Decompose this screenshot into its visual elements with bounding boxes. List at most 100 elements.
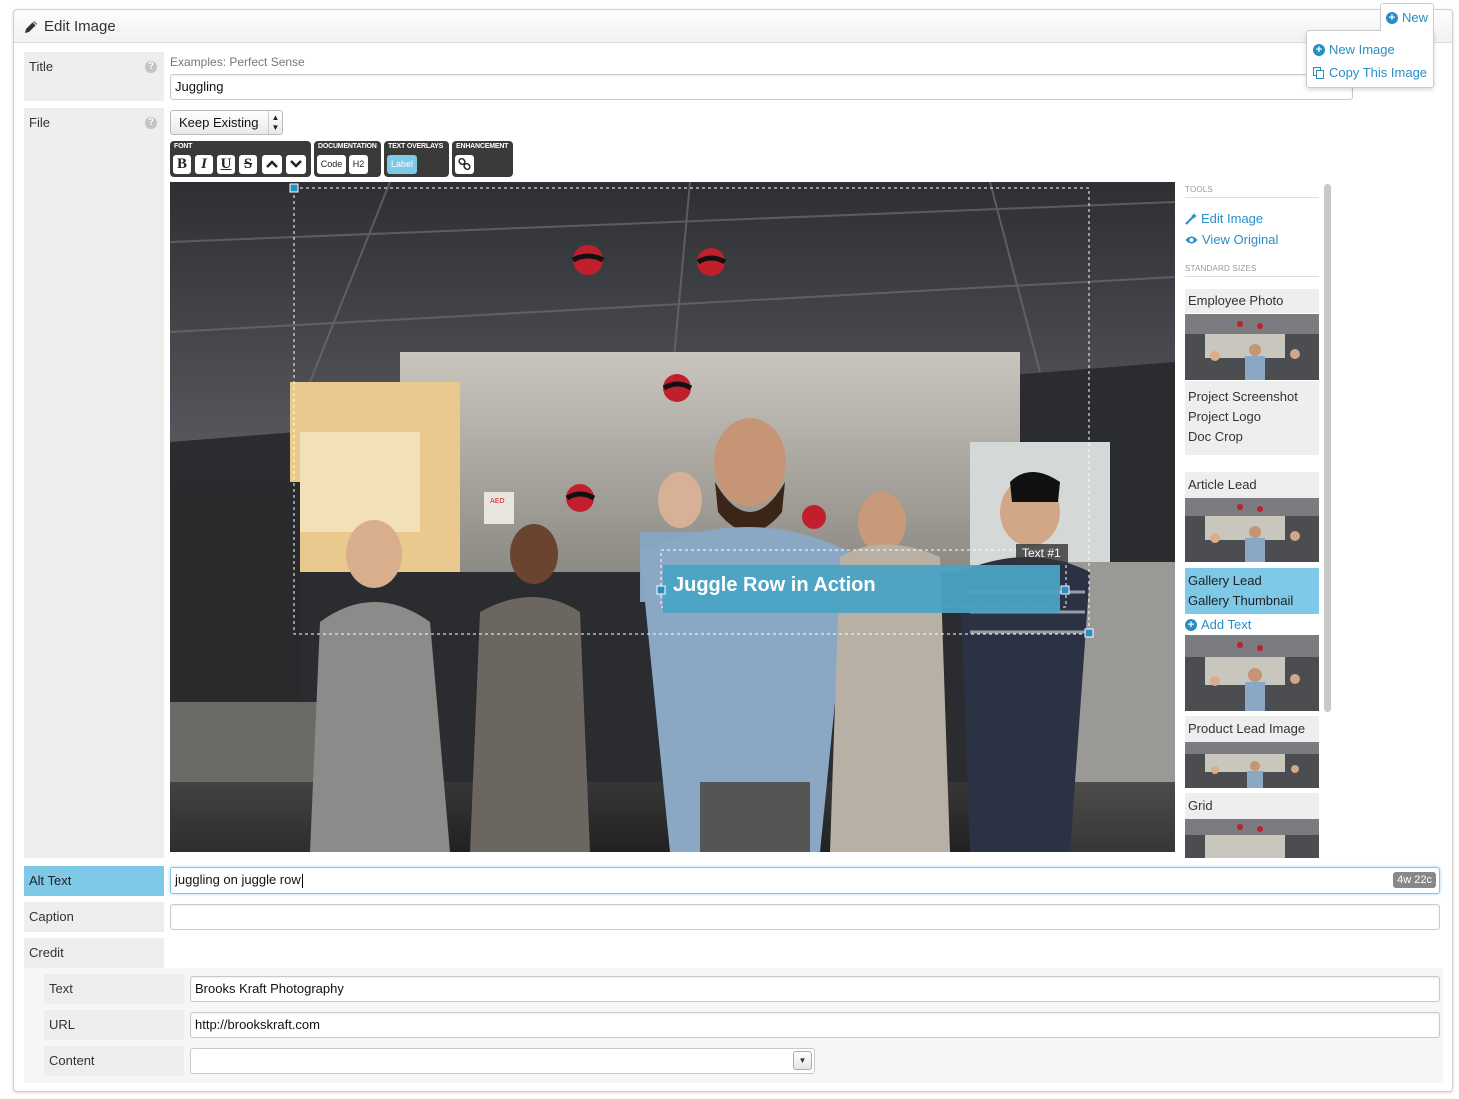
credit-label: Credit xyxy=(24,938,164,968)
size-thumbnail[interactable] xyxy=(1185,314,1319,380)
add-text-link-text: Add Text xyxy=(1201,617,1252,632)
plus-circle-icon: + xyxy=(1185,618,1197,631)
plus-circle-icon: + xyxy=(1385,11,1398,24)
file-action-value: Keep Existing xyxy=(179,115,259,130)
panel-title: Edit Image xyxy=(24,18,116,35)
enhancement-toolgroup: ENHANCEMENT xyxy=(452,141,513,177)
caption-input[interactable] xyxy=(170,904,1440,930)
bold-button[interactable]: B xyxy=(173,155,191,174)
font-toolgroup: FONT B I U S xyxy=(170,141,311,177)
italic-button[interactable]: I xyxy=(195,155,213,174)
sidebar-scrollbar[interactable] xyxy=(1324,184,1331,712)
thumbnail-image xyxy=(1185,314,1319,380)
link-icon xyxy=(458,157,471,171)
add-text-link[interactable]: + Add Text xyxy=(1185,617,1251,632)
caption-label: Caption xyxy=(24,902,164,932)
size-employee-photo[interactable]: Employee Photo xyxy=(1185,289,1319,313)
label-button[interactable]: Label xyxy=(387,155,417,174)
chevron-up-icon xyxy=(266,160,278,168)
new-image-menu-item[interactable]: + New Image xyxy=(1307,38,1433,61)
copy-icon xyxy=(1313,66,1324,79)
dropdown-arrow-icon: ▼ xyxy=(793,1051,812,1070)
superscript-button[interactable] xyxy=(262,155,282,174)
edit-image-link[interactable]: Edit Image xyxy=(1185,211,1263,226)
text-overlays-group-title: TEXT OVERLAYS xyxy=(388,143,444,150)
credit-text-input[interactable]: Brooks Kraft Photography xyxy=(190,976,1440,1002)
alt-text-label: Alt Text xyxy=(24,866,164,896)
size-project-logo[interactable]: Project Logo xyxy=(1188,407,1319,427)
file-label-text: File xyxy=(29,115,50,130)
overlay-text[interactable]: Juggle Row in Action xyxy=(673,574,876,597)
thumbnail-image xyxy=(1185,742,1319,788)
credit-content-label: Content xyxy=(44,1046,184,1076)
size-grid[interactable]: Grid xyxy=(1185,793,1319,819)
title-hint: Examples: Perfect Sense xyxy=(170,55,305,69)
thumbnail-image xyxy=(1185,819,1319,858)
alt-text-input[interactable]: juggling on juggle row 4w 22c xyxy=(170,867,1440,894)
documentation-group-title: DOCUMENTATION xyxy=(318,143,377,150)
size-doc-crop[interactable]: Doc Crop xyxy=(1188,427,1319,447)
thumbnail-image xyxy=(1185,635,1319,711)
juggling-photo: AED xyxy=(170,182,1175,852)
view-original-link-text: View Original xyxy=(1202,232,1279,247)
image-sidebar: TOOLS Edit Image View Original STANDARD … xyxy=(1181,182,1321,858)
underline-button[interactable]: U xyxy=(217,155,235,174)
credit-content-select[interactable]: ▼ xyxy=(190,1048,815,1074)
help-icon[interactable]: ? xyxy=(145,117,157,129)
link-button[interactable] xyxy=(455,155,474,174)
h2-button[interactable]: H2 xyxy=(349,155,368,174)
enhancement-group-title: ENHANCEMENT xyxy=(456,143,509,150)
panel-header: Edit Image xyxy=(14,10,1452,43)
help-icon[interactable]: ? xyxy=(145,61,157,73)
new-menu: + New Image Copy This Image xyxy=(1306,30,1434,88)
standard-sizes-header: STANDARD SIZES xyxy=(1185,264,1319,277)
size-gallery-lead: Gallery Lead xyxy=(1188,573,1262,588)
file-action-select[interactable]: Keep Existing ▲ ▼ xyxy=(170,110,283,135)
eye-icon xyxy=(1185,236,1198,243)
wand-icon xyxy=(1185,212,1197,225)
text-overlays-toolgroup: TEXT OVERLAYS Label xyxy=(384,141,449,177)
tools-header: TOOLS xyxy=(1185,185,1319,198)
panel-title-text: Edit Image xyxy=(44,18,116,35)
size-thumbnail[interactable] xyxy=(1185,742,1319,788)
image-preview[interactable]: AED Text #1 Juggle Row in Action xyxy=(170,182,1175,852)
credit-text-label: Text xyxy=(44,974,184,1004)
credit-url-label: URL xyxy=(44,1010,184,1040)
documentation-toolgroup: DOCUMENTATION Code H2 xyxy=(314,141,381,177)
new-button-label: New xyxy=(1401,10,1428,25)
copy-image-label: Copy This Image xyxy=(1329,65,1428,80)
new-image-label: New Image xyxy=(1329,42,1395,57)
file-label: File ? xyxy=(24,108,164,858)
size-gallery-thumbnail: Gallery Thumbnail xyxy=(1188,593,1294,608)
size-product-lead-image[interactable]: Product Lead Image xyxy=(1185,716,1319,742)
title-input[interactable]: Juggling xyxy=(170,74,1353,100)
pencil-icon xyxy=(25,20,37,33)
size-article-lead[interactable]: Article Lead xyxy=(1185,472,1319,498)
size-project-screenshot[interactable]: Project Screenshot xyxy=(1188,387,1319,407)
thumbnail-image xyxy=(1185,498,1319,562)
view-original-link[interactable]: View Original xyxy=(1185,232,1278,247)
word-count-badge: 4w 22c xyxy=(1393,872,1436,888)
overlay-tag[interactable]: Text #1 xyxy=(1022,546,1061,560)
aed-sign: AED xyxy=(490,497,505,505)
strikethrough-button[interactable]: S xyxy=(239,155,257,174)
chevron-down-icon xyxy=(290,160,302,168)
copy-image-menu-item[interactable]: Copy This Image xyxy=(1307,61,1433,84)
size-thumbnail[interactable] xyxy=(1185,635,1319,711)
title-label-text: Title xyxy=(29,59,54,74)
code-button[interactable]: Code xyxy=(317,155,346,174)
edit-image-link-text: Edit Image xyxy=(1201,211,1264,226)
new-button[interactable]: + New xyxy=(1380,3,1434,31)
credit-url-input[interactable]: http://brookskraft.com xyxy=(190,1012,1440,1038)
size-group-gallery[interactable]: Gallery Lead Gallery Thumbnail xyxy=(1185,568,1319,614)
text-caret xyxy=(301,873,303,888)
size-thumbnail[interactable] xyxy=(1185,819,1319,858)
size-thumbnail[interactable] xyxy=(1185,498,1319,562)
alt-text-value: juggling on juggle row xyxy=(175,872,301,887)
subscript-button[interactable] xyxy=(286,155,306,174)
plus-circle-icon: + xyxy=(1313,43,1325,56)
select-arrows-icon: ▲ ▼ xyxy=(268,111,282,134)
title-label: Title ? xyxy=(24,52,164,101)
size-group-project: Project Screenshot Project Logo Doc Crop xyxy=(1185,381,1319,455)
font-group-title: FONT xyxy=(174,143,193,150)
